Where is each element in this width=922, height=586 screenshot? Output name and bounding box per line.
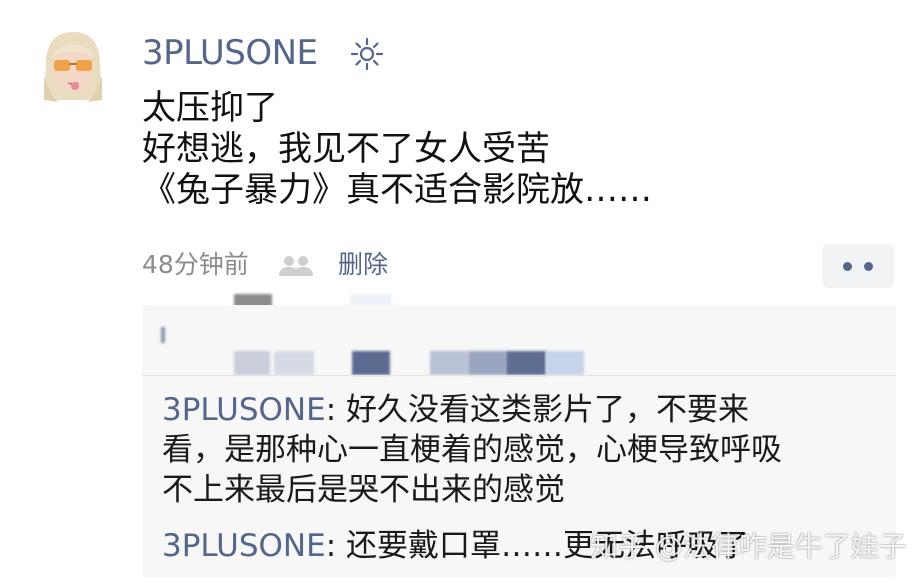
redacted-block — [546, 351, 584, 375]
sun-icon — [350, 37, 384, 71]
comment-line: 不上来最后是哭不出来的感觉 — [162, 472, 565, 508]
post-body: 太压抑了 好想逃，我见不了女人受苦 《兔子暴力》真不适合影院放…… — [142, 88, 902, 211]
avatar[interactable] — [38, 30, 108, 106]
more-dots-icon — [864, 261, 873, 271]
redacted-block — [468, 351, 506, 375]
comment-author[interactable]: 3PLUSONE — [162, 392, 326, 428]
visibility-group-icon[interactable] — [277, 254, 315, 278]
comment-author[interactable]: 3PLUSONE — [162, 528, 326, 564]
comment-line: 3PLUSONE: 好久没看这类影片了，不要来 — [162, 390, 882, 430]
post-line: 太压抑了 — [142, 88, 278, 128]
redacted-block — [234, 351, 270, 375]
post-line: 《兔子暴力》真不适合影院放…… — [142, 170, 652, 210]
memoji-avatar-image — [44, 32, 102, 102]
post-time: 48分钟前 — [142, 250, 249, 279]
moments-post: 3PLUSONE 太压抑了 好想逃，我见不了女人受苦 《兔子暴力》真不适合影院放… — [0, 0, 922, 586]
redacted-block — [506, 351, 546, 375]
divider — [142, 375, 896, 376]
comment-text: 好久没看这类影片了，不要来 — [346, 392, 750, 428]
delete-button[interactable]: 删除 — [338, 248, 388, 282]
redacted-block — [352, 351, 390, 375]
redacted-block — [274, 351, 314, 375]
comment-line: 看，是那种心一直梗着的感觉，心梗导致呼吸 — [162, 432, 782, 468]
post-line: 好想逃，我见不了女人受苦 — [142, 129, 550, 169]
watermark: 知乎 @法律咋是牛了娃子 — [590, 530, 907, 563]
redacted-block — [161, 327, 165, 343]
more-dots-icon — [843, 261, 852, 271]
likes-area — [142, 305, 896, 375]
post-author-name[interactable]: 3PLUSONE — [142, 30, 318, 76]
more-options-button[interactable] — [822, 244, 894, 288]
comment-separator: : — [325, 528, 347, 564]
comment-separator: : — [325, 392, 347, 428]
comment[interactable]: 3PLUSONE: 好久没看这类影片了，不要来 看，是那种心一直梗着的感觉，心梗… — [162, 390, 882, 510]
redacted-block — [430, 351, 468, 375]
